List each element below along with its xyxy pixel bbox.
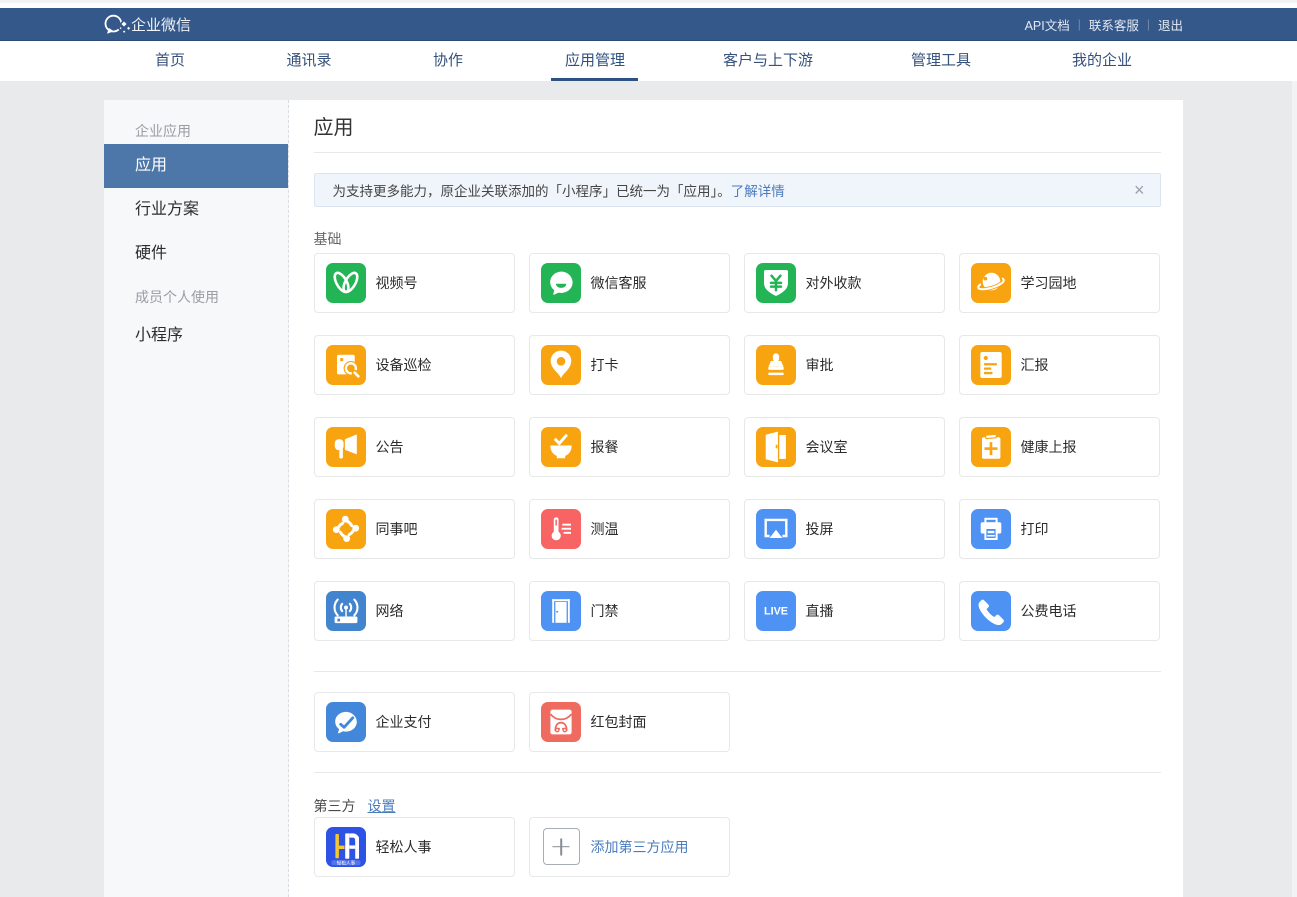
svg-text:LIVE: LIVE bbox=[764, 605, 788, 617]
svg-text:轻松人事: 轻松人事 bbox=[336, 859, 355, 866]
